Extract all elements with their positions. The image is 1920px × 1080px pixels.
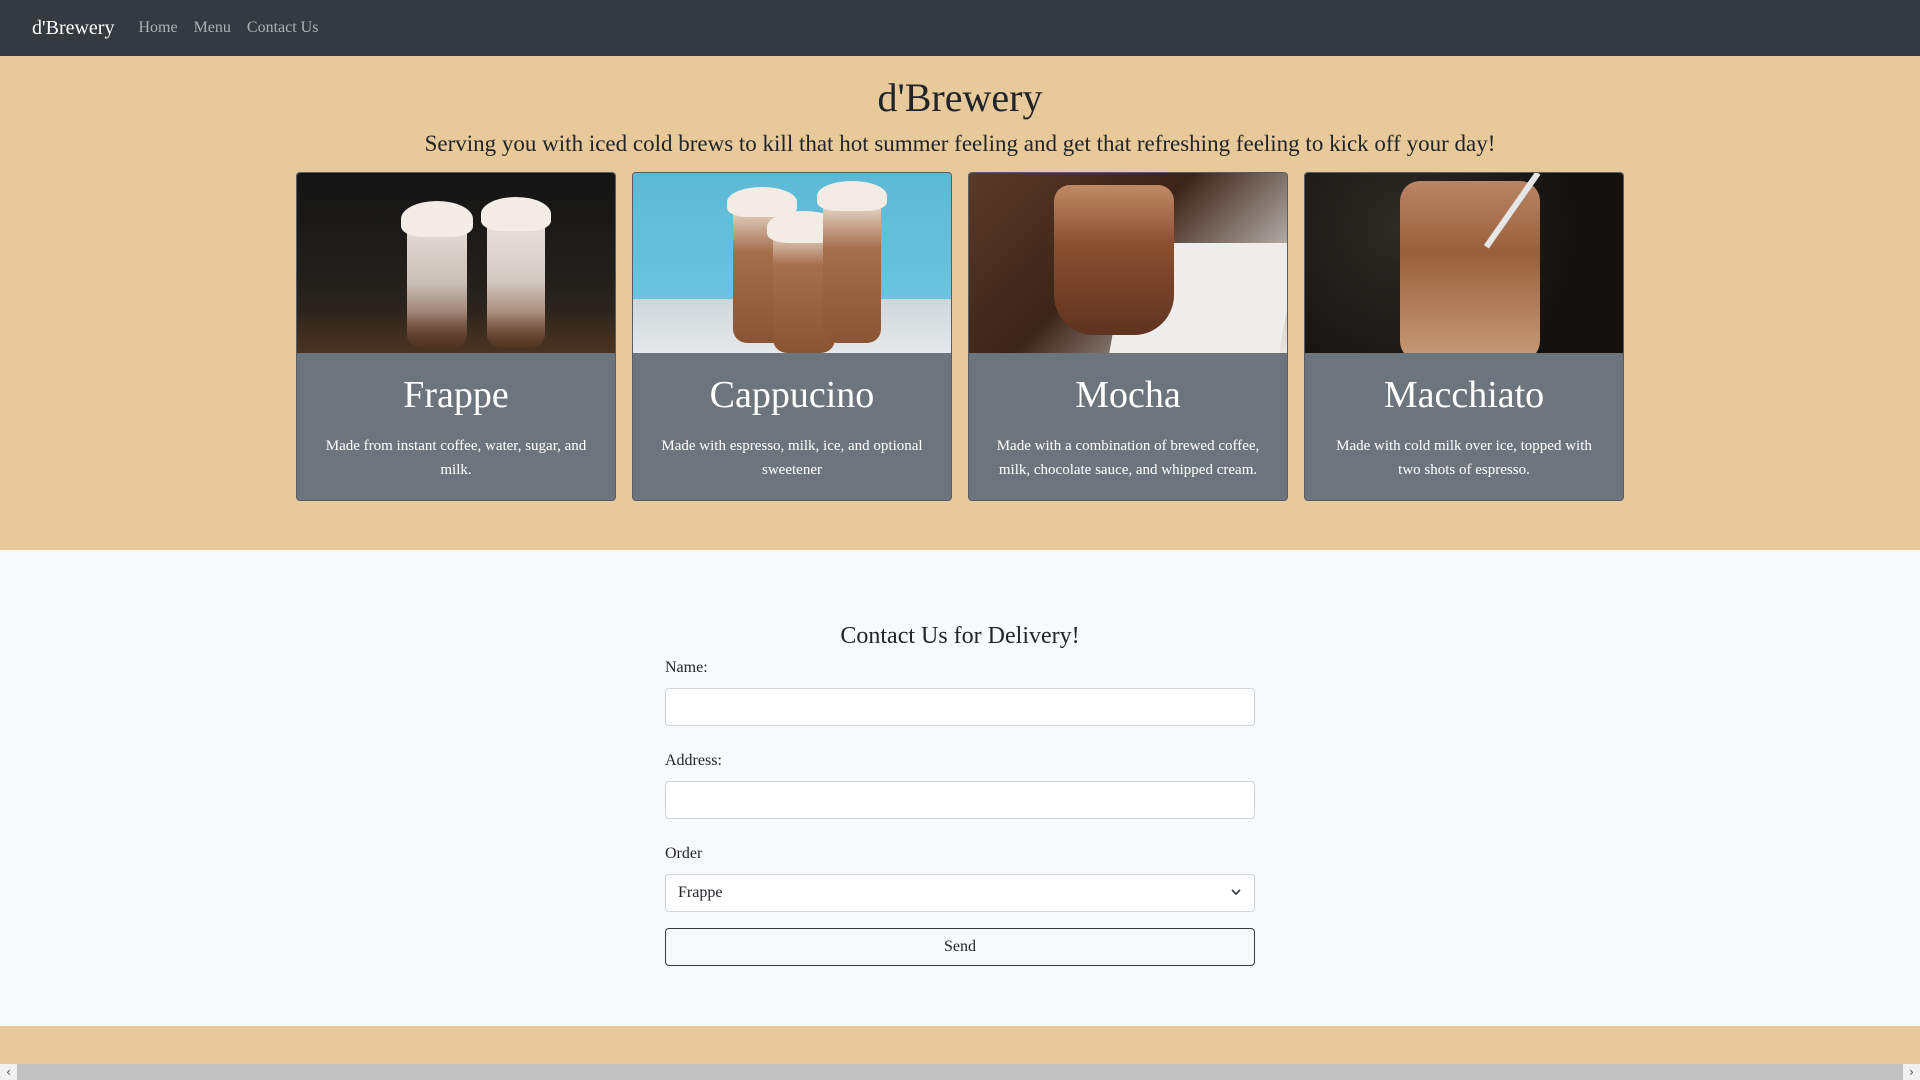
nav-link-home[interactable]: Home: [138, 19, 177, 37]
scroll-right-icon[interactable]: ›: [1903, 1064, 1920, 1080]
card-text-mocha: Made with a combination of brewed coffee…: [996, 438, 1260, 479]
mocha-image: [969, 172, 1287, 353]
address-label: Address:: [665, 751, 722, 769]
menu-cards: Frappe Made from instant coffee, water, …: [0, 171, 1920, 501]
frappe-image: [297, 172, 615, 353]
order-selected-value: Frappe: [678, 883, 723, 901]
card-title-macchiato: Macchiato: [1383, 373, 1545, 416]
contact-title: Contact Us for Delivery!: [840, 623, 1080, 649]
menu-card-mocha: Mocha Made with a combination of brewed …: [968, 171, 1288, 501]
card-title-frappe: Frappe: [403, 373, 509, 416]
hero-title: d'Brewery: [877, 75, 1043, 120]
macchiato-image: [1305, 172, 1623, 353]
scroll-left-icon[interactable]: ‹: [0, 1064, 17, 1080]
menu-card-macchiato: Macchiato Made with cold milk over ice, …: [1304, 171, 1624, 501]
order-select[interactable]: Frappe: [665, 873, 1255, 912]
menu-card-cappucino: Cappucino Made with espresso, milk, ice,…: [632, 171, 952, 501]
card-text-cappucino: Made with espresso, milk, ice, and optio…: [661, 438, 923, 479]
scrollbar-thumb[interactable]: [17, 1064, 1903, 1080]
card-title-mocha: Mocha: [1075, 373, 1181, 416]
horizontal-scrollbar[interactable]: ‹ ›: [0, 1064, 1920, 1080]
footer: [0, 1026, 1920, 1064]
card-text-frappe: Made from instant coffee, water, sugar, …: [325, 438, 587, 479]
nav-link-contact[interactable]: Contact Us: [247, 19, 319, 37]
hero-section: d'Brewery Serving you with iced cold bre…: [0, 56, 1920, 550]
cappucino-image: [633, 172, 951, 353]
send-button[interactable]: Send: [665, 927, 1255, 966]
name-label: Name:: [665, 658, 708, 676]
chevron-down-icon: [1230, 886, 1242, 902]
contact-section: Contact Us for Delivery! Name: Address: …: [0, 550, 1920, 1026]
contact-form: Contact Us for Delivery! Name: Address: …: [665, 622, 1255, 966]
card-title-cappucino: Cappucino: [709, 373, 875, 416]
name-input[interactable]: [665, 687, 1255, 726]
nav-link-menu[interactable]: Menu: [194, 19, 231, 37]
navbar: d'Brewery Home Menu Contact Us: [0, 0, 1920, 56]
address-input[interactable]: [665, 780, 1255, 819]
brand-link[interactable]: d'Brewery: [32, 17, 114, 40]
hero-subtitle: Serving you with iced cold brews to kill…: [424, 131, 1496, 156]
order-label: Order: [665, 844, 703, 862]
card-text-macchiato: Made with cold milk over ice, topped wit…: [1336, 438, 1592, 479]
menu-card-frappe: Frappe Made from instant coffee, water, …: [296, 171, 616, 501]
